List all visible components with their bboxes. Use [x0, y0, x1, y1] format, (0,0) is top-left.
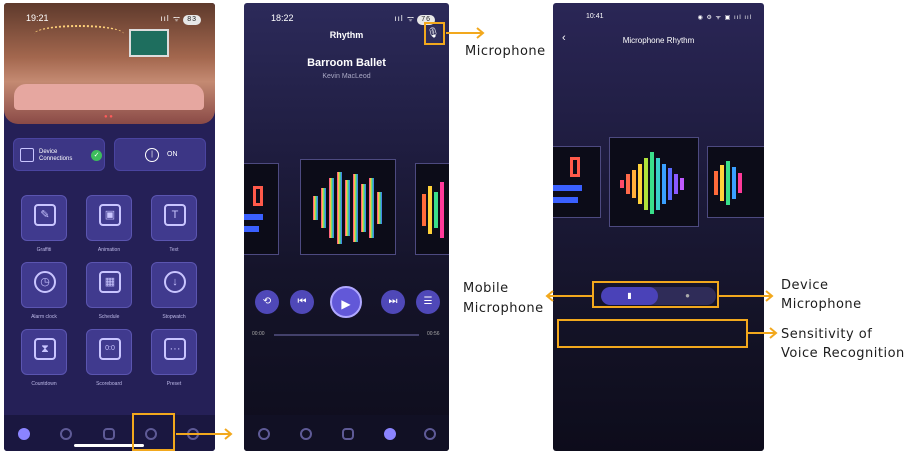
text-icon: T	[164, 204, 186, 226]
animation-label: Animation	[97, 247, 121, 253]
mobile-microphone-annotation: Mobile Microphone	[463, 281, 544, 317]
scoreboard-icon: 0:0	[99, 338, 121, 360]
equalizer-visual	[620, 152, 684, 214]
nav-palette-icon[interactable]	[60, 428, 72, 440]
feature-grid: ✎ ▣ T Graffiti Animation Text ◷ ▦ ↓ Alar…	[4, 3, 215, 415]
nav-home-icon[interactable]	[18, 428, 30, 440]
alarm-clock-tile[interactable]: ◷	[21, 262, 67, 308]
stopwatch-icon: ↓	[164, 271, 186, 293]
equalizer-visual	[313, 172, 382, 244]
preset-icon: ···	[164, 338, 186, 360]
sensitivity-line2: Voice Recognition	[781, 346, 905, 361]
microphone-highlight	[424, 22, 445, 45]
preset-tile[interactable]: ···	[151, 329, 197, 375]
playlist-icon: ☰	[423, 296, 433, 307]
graffiti-label: Graffiti	[36, 247, 52, 253]
status-time: 10:41	[586, 13, 604, 20]
next-icon: ⏭	[388, 296, 398, 307]
sensitivity-highlight	[557, 319, 748, 348]
artwork-prev-bars-2	[553, 197, 578, 203]
time-total: 00:56	[427, 331, 440, 337]
nav-settings-icon[interactable]	[187, 428, 199, 440]
artwork-prev-graphic	[253, 186, 263, 206]
next-button[interactable]: ⏭	[381, 290, 405, 314]
mic-toggle-highlight	[592, 281, 719, 308]
text-label: Text	[169, 247, 179, 253]
artwork-prev[interactable]	[553, 146, 601, 218]
nav-rhythm-icon[interactable]	[384, 428, 396, 440]
animation-icon: ▣	[99, 204, 121, 226]
artwork-next-visual	[714, 161, 742, 205]
schedule-tile[interactable]: ▦	[86, 262, 132, 308]
artwork-prev-bars	[244, 214, 263, 220]
nav-home-icon[interactable]	[258, 428, 270, 440]
loop-icon: ⟲	[262, 296, 272, 307]
previous-icon: ⏮	[297, 296, 307, 307]
text-tile[interactable]: T	[151, 195, 197, 241]
artwork-prev[interactable]	[244, 163, 279, 255]
graffiti-icon: ✎	[34, 204, 56, 226]
graffiti-tile[interactable]: ✎	[21, 195, 67, 241]
artist-name: Kevin MacLeod	[322, 73, 371, 80]
device-microphone-annotation: Device Microphone	[781, 278, 862, 313]
play-button[interactable]: ▶	[330, 286, 362, 318]
nav-palette-icon[interactable]	[300, 428, 312, 440]
progress-bar[interactable]	[274, 334, 419, 336]
alarm-clock-icon: ◷	[34, 271, 56, 293]
time-elapsed: 00:00	[252, 331, 265, 337]
schedule-label: Schedule	[98, 314, 120, 320]
page-title: Microphone Rhythm	[622, 36, 695, 45]
preset-label: Preset	[166, 381, 182, 387]
previous-button[interactable]: ⏮	[290, 290, 314, 314]
countdown-tile[interactable]: ⧗	[21, 329, 67, 375]
page-title: Rhythm	[329, 30, 364, 40]
scoreboard-label: Scoreboard	[96, 381, 122, 387]
scoreboard-tile[interactable]: 0:0	[86, 329, 132, 375]
nav-cloud-icon[interactable]	[342, 428, 354, 440]
microphone-annotation: Microphone	[465, 44, 546, 59]
status-bar: 10:41 ◉ ⚙ ᯤ ▣ ııl ııl	[553, 13, 764, 27]
play-icon: ▶	[341, 297, 351, 311]
nav-cloud-icon[interactable]	[103, 428, 115, 440]
sensitivity-line1: Sensitivity of	[781, 327, 873, 342]
artwork-next[interactable]	[415, 163, 449, 255]
nav-rhythm-highlight	[132, 413, 175, 451]
animation-tile[interactable]: ▣	[86, 195, 132, 241]
bottom-nav	[244, 415, 449, 451]
status-time: 18:22	[271, 13, 294, 23]
mobile-microphone-line2: Microphone	[463, 301, 544, 316]
schedule-icon: ▦	[99, 271, 121, 293]
device-microphone-line2: Microphone	[781, 297, 862, 312]
stopwatch-tile[interactable]: ↓	[151, 262, 197, 308]
alarm-clock-label: Alarm clock	[31, 314, 57, 320]
loop-button[interactable]: ⟲	[255, 290, 279, 314]
artwork-next-visual	[422, 182, 444, 238]
artwork-current[interactable]	[300, 159, 396, 255]
phone-rhythm-screen: 18:22 ııl ᯤ 76 Rhythm 🎙 Barroom Ballet Ke…	[244, 3, 449, 451]
song-title: Barroom Ballet	[307, 57, 386, 69]
phone-home-screen: ● ● 19:21 ııl ᯤ 83 Device Connections ✓ |…	[4, 3, 215, 451]
artwork-prev-bars	[553, 185, 582, 191]
countdown-label: Countdown	[31, 381, 57, 387]
device-microphone-line1: Device	[781, 278, 829, 293]
artwork-prev-graphic	[570, 157, 580, 177]
countdown-icon: ⧗	[34, 338, 56, 360]
status-bar: 18:22 ııl ᯤ 76	[244, 13, 449, 27]
artwork-current[interactable]	[609, 137, 699, 227]
playlist-button[interactable]: ☰	[416, 290, 440, 314]
artwork-prev-bars-2	[244, 226, 259, 232]
sensitivity-annotation: Sensitivity of Voice Recognition	[781, 327, 905, 362]
phone-microphone-rhythm-screen: 10:41 ◉ ⚙ ᯤ ▣ ııl ııl ‹ Microphone Rhyth…	[553, 3, 764, 451]
nav-settings-icon[interactable]	[424, 428, 436, 440]
stopwatch-label: Stopwatch	[162, 314, 186, 320]
status-icons: ◉ ⚙ ᯤ ▣ ııl ııl	[697, 15, 752, 21]
mobile-microphone-line1: Mobile	[463, 281, 509, 296]
artwork-next[interactable]	[707, 146, 764, 218]
